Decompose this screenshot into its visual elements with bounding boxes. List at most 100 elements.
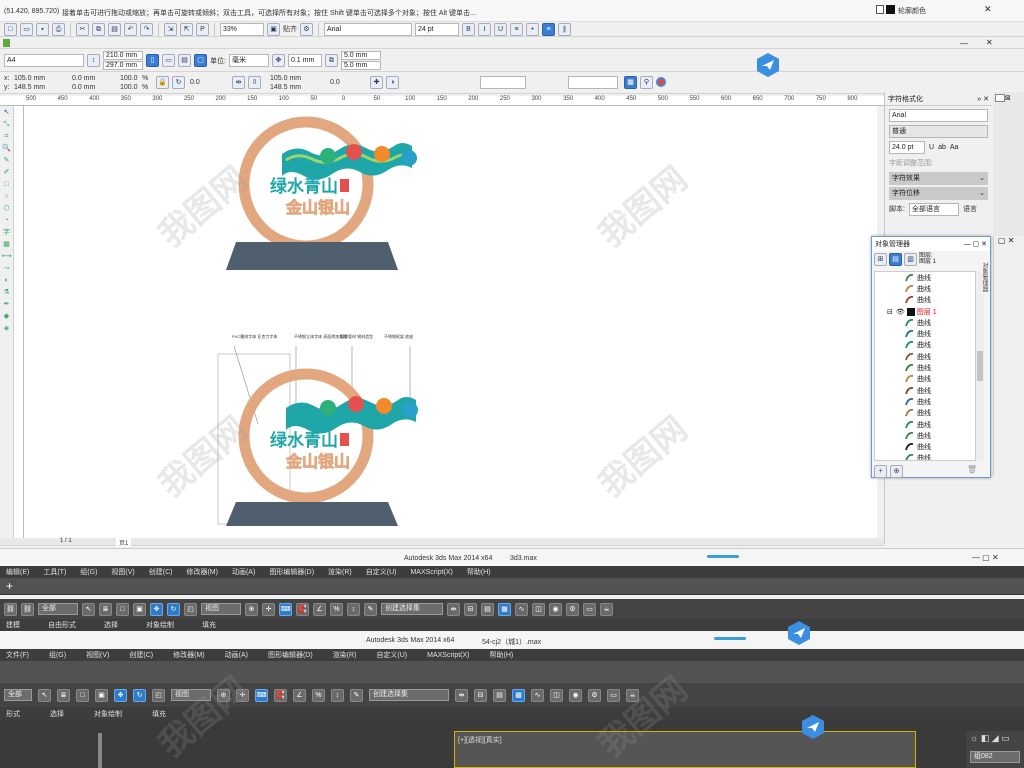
percent-snap-icon[interactable]: %	[312, 688, 325, 702]
menu-item[interactable]: 填充	[202, 620, 216, 630]
rotation-field[interactable]: 0.0	[190, 79, 200, 86]
layer-row[interactable]: ⊟ 👁 图层 1	[875, 306, 975, 317]
rectangle-tool-icon[interactable]: □	[2, 180, 12, 190]
crop-tool-icon[interactable]: ⌗	[2, 132, 12, 142]
align-icon[interactable]: ⊟	[464, 602, 477, 616]
smart-draw-icon[interactable]: ✐	[2, 168, 12, 178]
open-icon[interactable]: ▭	[20, 22, 33, 36]
unlink-icon[interactable]: ⛓	[21, 602, 34, 616]
text-direction-icon[interactable]: ∥	[558, 22, 571, 36]
new-icon[interactable]: □	[4, 22, 17, 36]
skew-field[interactable]: 0.0	[330, 79, 340, 86]
menu-item[interactable]: 帮助(H)	[490, 650, 514, 660]
select-icon[interactable]: ↖	[38, 688, 51, 702]
document-tab-icon[interactable]	[3, 39, 10, 47]
tree-item[interactable]: 曲线	[875, 328, 975, 339]
curve-editor-icon[interactable]: ∿	[515, 602, 528, 616]
color-wheel-icon[interactable]	[656, 77, 666, 87]
rect-region-icon[interactable]: □	[116, 602, 129, 616]
expand-icon[interactable]: ⊟	[887, 308, 893, 316]
menu-item[interactable]: 组(G)	[49, 650, 66, 660]
portrait-icon[interactable]: ▯	[146, 54, 159, 67]
palette-menu-icon[interactable]: ⊠	[1005, 94, 1011, 102]
scale-icon[interactable]: ◰	[184, 602, 197, 616]
window-crossing-icon[interactable]: ▣	[133, 602, 146, 616]
object-manager-window[interactable]: 对象管理器 — ▢ ✕ ⊞ ▤ ▥ 图层: 图层 1 曲线 曲线 曲线 ⊟ 👁 图层 1 曲线…	[871, 236, 991, 478]
rotate-icon[interactable]: ↻	[167, 602, 180, 616]
tree-item[interactable]: 曲线	[875, 272, 975, 283]
object-tree[interactable]: 曲线 曲线 曲线 ⊟ 👁 图层 1 曲线 曲线 曲线 曲线 曲线 曲线 曲线 曲线 曲线 曲线 曲线 曲线 曲线	[874, 271, 976, 461]
spinner-snap-icon[interactable]: ↕	[331, 688, 344, 702]
named-selection-select[interactable]: 创建选择集	[369, 689, 449, 701]
snap-icon[interactable]: 🧲	[296, 602, 309, 616]
ellipse-tool-icon[interactable]: ○	[2, 192, 12, 202]
keyboard-shortcut-icon[interactable]: ⌨	[279, 602, 292, 616]
docker-side-tabs[interactable]: 对象管理器	[977, 262, 989, 372]
tree-item[interactable]: 曲线	[875, 362, 975, 373]
menu-item[interactable]: 动画(A)	[225, 650, 248, 660]
named-selection-select[interactable]: 创建选择集	[381, 603, 443, 615]
print-icon[interactable]: ⎙	[52, 22, 65, 36]
bold-icon[interactable]: B	[462, 22, 475, 36]
viewport-label[interactable]: [+][透视][真实]	[458, 735, 502, 745]
move-icon[interactable]: ✥	[114, 688, 127, 702]
scale-y[interactable]: 100.0	[120, 84, 138, 91]
freehand-tool-icon[interactable]: ✎	[2, 156, 12, 166]
menu-item[interactable]: 自由形式	[48, 620, 76, 630]
restore-icon[interactable]: ▢ ✕	[998, 236, 1014, 245]
new-master-layer-icon[interactable]: ⊕	[890, 465, 903, 478]
select-by-name-icon[interactable]: ≣	[57, 688, 70, 702]
redo-icon[interactable]: ↷	[140, 22, 153, 36]
menu-item[interactable]: 渲染(R)	[328, 567, 352, 577]
interactive-fill-icon[interactable]: ◈	[2, 324, 12, 334]
selection-filter[interactable]: 全部	[38, 603, 78, 615]
percent-snap-icon[interactable]: %	[330, 602, 343, 616]
undo-icon[interactable]: ↶	[124, 22, 137, 36]
render-icon[interactable]: ☕	[626, 688, 639, 702]
menu-item[interactable]: MAXScript(X)	[410, 569, 452, 576]
menu-item[interactable]: 图形编辑器(D)	[269, 567, 314, 577]
nudge-field[interactable]: 0.1 mm	[287, 54, 322, 67]
script-select[interactable]: 全部语言	[908, 202, 959, 216]
tree-item[interactable]: 曲线	[875, 283, 975, 294]
tree-item[interactable]: 曲线	[875, 430, 975, 441]
unit-select[interactable]: 毫米	[228, 54, 269, 67]
layer-manager-icon[interactable]: ▤	[481, 602, 494, 616]
menu-item[interactable]: 对象绘制	[94, 709, 122, 719]
pivot-y[interactable]: 148.5 mm	[270, 84, 301, 91]
layer-view-icon[interactable]: ▤	[889, 253, 902, 266]
weld-icon[interactable]: ◑	[386, 76, 399, 89]
menu-item[interactable]: 文件(F)	[6, 650, 29, 660]
tree-item[interactable]: 曲线	[875, 453, 975, 460]
tree-item[interactable]: 曲线	[875, 441, 975, 452]
max1-window-controls[interactable]: — ▢ ✕	[972, 553, 999, 562]
tree-item[interactable]: 曲线	[875, 374, 975, 385]
delete-icon[interactable]: 🗑	[967, 465, 977, 474]
shape-tool-icon[interactable]: ⤡	[2, 120, 12, 130]
schematic-icon[interactable]: ◫	[532, 602, 545, 616]
duplicate-y-field[interactable]: 5.0 mm	[340, 61, 381, 70]
layer-name[interactable]: 图层 1	[917, 307, 937, 317]
manipulate-icon[interactable]: ✛	[262, 602, 275, 616]
zoom-tool-icon[interactable]: 🔍	[2, 144, 12, 154]
italic-icon[interactable]: I	[478, 22, 491, 36]
tree-item[interactable]: 曲线	[875, 385, 975, 396]
char-font-select[interactable]: Arial	[889, 108, 988, 122]
snap-dropdown[interactable]: 贴齐	[283, 24, 297, 34]
tree-item[interactable]: 曲线	[875, 317, 975, 328]
close-doc-icon[interactable]: ✕	[986, 38, 993, 47]
x-position[interactable]: 105.0 mm	[14, 75, 45, 82]
page-width-field[interactable]: 210.0 mm	[103, 51, 143, 60]
signboard-design-bottom[interactable]: PVC雕刻字体 亚克力字体 不锈钢立体字体 表面烤漆处理 镀锌管材 钢材造型 不…	[217, 333, 418, 526]
align-icon[interactable]: ⊟	[474, 688, 487, 702]
mirror-h-icon[interactable]: ⇹	[232, 76, 245, 89]
eye-icon[interactable]: 👁	[896, 308, 905, 316]
menu-item[interactable]: 形式	[6, 709, 20, 719]
case-icon[interactable]: Aa	[950, 144, 959, 151]
duplicate-x-field[interactable]: 5.0 mm	[340, 51, 381, 60]
all-pages-icon[interactable]: ▤	[178, 54, 191, 67]
menu-item[interactable]: 选择	[50, 709, 64, 719]
menu-item[interactable]: 自定义(U)	[376, 650, 407, 660]
menu-item[interactable]: 视图(V)	[86, 650, 109, 660]
select-by-name-icon[interactable]: ≣	[99, 602, 112, 616]
